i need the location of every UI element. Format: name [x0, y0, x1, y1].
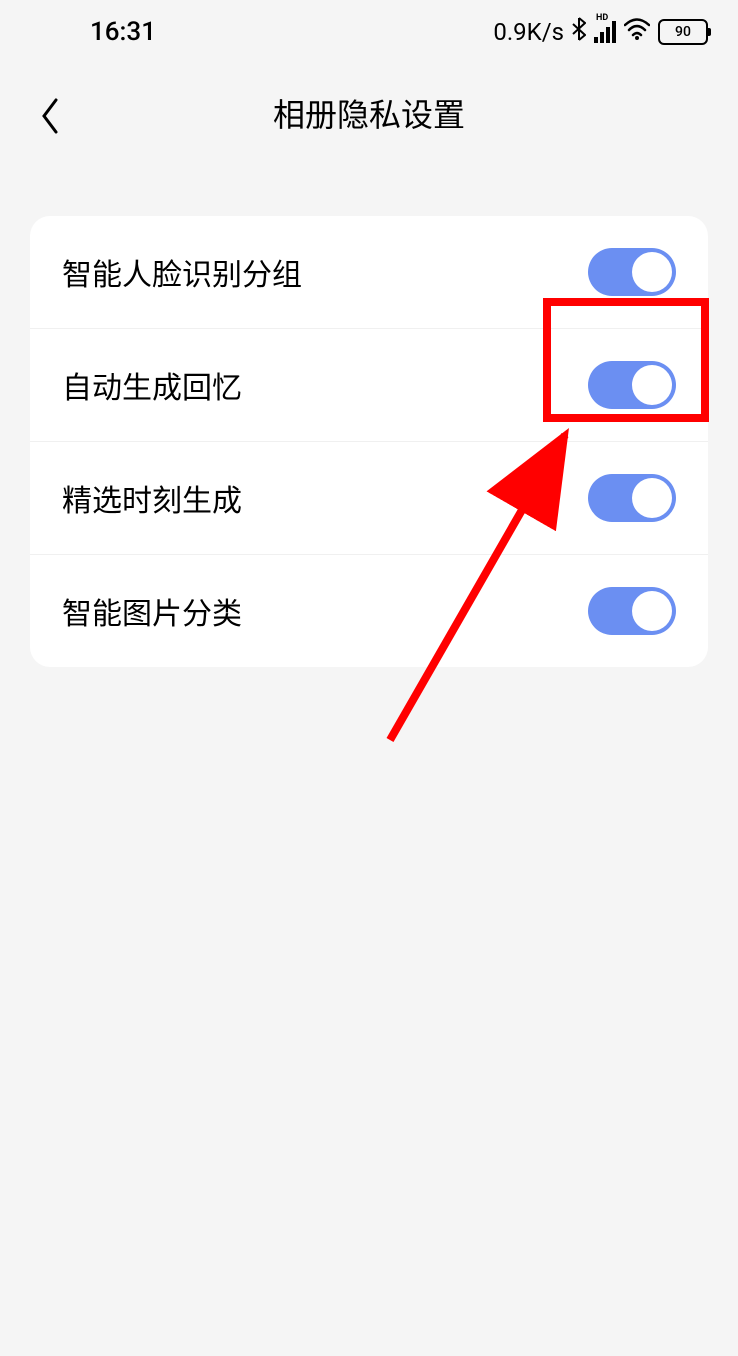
bluetooth-icon: [572, 17, 586, 48]
status-time: 16:31: [30, 17, 156, 47]
toggle-featured-moments[interactable]: [588, 474, 676, 522]
setting-label: 智能人脸识别分组: [62, 250, 302, 294]
toggle-smart-classification[interactable]: [588, 587, 676, 635]
setting-label: 自动生成回忆: [62, 363, 242, 407]
setting-row-face-recognition[interactable]: 智能人脸识别分组: [30, 216, 708, 329]
battery-level: 90: [675, 24, 691, 40]
status-bar: 16:31 0.9K/s HD 90: [0, 0, 738, 60]
wifi-icon: [624, 17, 650, 47]
setting-row-auto-memories[interactable]: 自动生成回忆: [30, 329, 708, 442]
setting-row-featured-moments[interactable]: 精选时刻生成: [30, 442, 708, 555]
signal-icon: HD: [594, 21, 616, 43]
toggle-face-recognition[interactable]: [588, 248, 676, 296]
network-speed: 0.9K/s: [493, 18, 564, 46]
battery-icon: 90: [658, 19, 708, 45]
back-button[interactable]: [40, 98, 70, 128]
toggle-auto-memories[interactable]: [588, 361, 676, 409]
header: 相册隐私设置: [0, 60, 738, 176]
setting-row-smart-classification[interactable]: 智能图片分类: [30, 555, 708, 667]
status-indicators: 0.9K/s HD 90: [493, 17, 708, 48]
setting-label: 智能图片分类: [62, 589, 242, 633]
settings-card: 智能人脸识别分组 自动生成回忆 精选时刻生成 智能图片分类: [30, 216, 708, 667]
setting-label: 精选时刻生成: [62, 476, 242, 520]
page-title: 相册隐私设置: [40, 90, 698, 136]
